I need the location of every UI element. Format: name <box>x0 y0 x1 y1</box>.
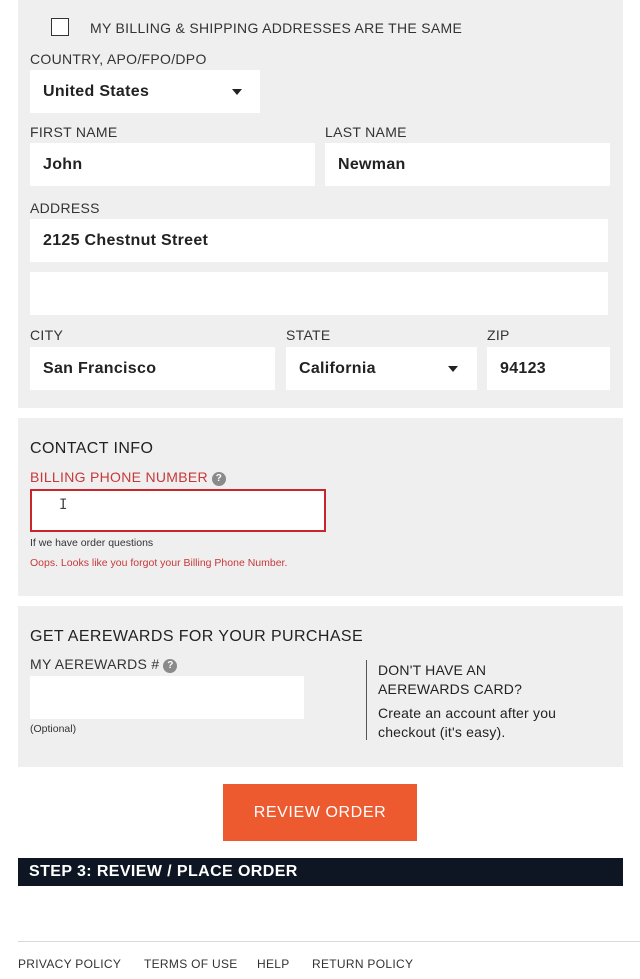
billing-phone-label-text: BILLING PHONE NUMBER <box>30 469 208 485</box>
same-address-label[interactable]: MY BILLING & SHIPPING ADDRESSES ARE THE … <box>90 20 462 36</box>
first-name-field[interactable]: John <box>30 143 315 186</box>
no-card-line2: AEREWARDS CARD? <box>378 681 523 697</box>
phone-error-message: Oops. Looks like you forgot your Billing… <box>30 557 288 569</box>
privacy-policy-link[interactable]: PRIVACY POLICY <box>18 957 121 971</box>
last-name-label: LAST NAME <box>325 124 407 140</box>
aerewards-number-label: MY AEREWARDS #? <box>30 656 178 673</box>
state-select[interactable]: California <box>286 347 477 390</box>
last-name-field[interactable]: Newman <box>325 143 610 186</box>
aerewards-title: GET AEREWARDS FOR YOUR PURCHASE <box>30 628 364 645</box>
city-field[interactable]: San Francisco <box>30 347 275 390</box>
dropdown-caret-icon <box>232 89 242 95</box>
create-account-text: Create an account after you checkout (it… <box>378 704 556 742</box>
help-link[interactable]: HELP <box>257 957 290 971</box>
city-value: San Francisco <box>43 359 157 377</box>
country-label: COUNTRY, APO/FPO/DPO <box>30 51 207 67</box>
create-line1: Create an account after you <box>378 705 557 721</box>
address-line2-field[interactable] <box>30 272 608 315</box>
terms-of-use-link[interactable]: TERMS OF USE <box>144 957 238 971</box>
help-icon[interactable]: ? <box>163 659 178 673</box>
billing-phone-label: BILLING PHONE NUMBER? <box>30 469 226 486</box>
same-address-checkbox[interactable] <box>51 18 69 36</box>
no-card-heading: DON'T HAVE AN AEREWARDS CARD? <box>378 661 522 699</box>
address-line1-field[interactable]: 2125 Chestnut Street <box>30 219 608 262</box>
country-value: United States <box>43 82 150 100</box>
address-line1-value: 2125 Chestnut Street <box>43 231 209 249</box>
first-name-label: FIRST NAME <box>30 124 118 140</box>
help-icon[interactable]: ? <box>211 472 226 486</box>
zip-value: 94123 <box>500 359 546 377</box>
aerewards-optional-note: (Optional) <box>30 723 77 735</box>
zip-field[interactable]: 94123 <box>487 347 610 390</box>
return-policy-link[interactable]: RETURN POLICY <box>312 957 413 971</box>
first-name-value: John <box>43 155 83 173</box>
footer-divider <box>18 941 640 942</box>
text-cursor-icon: I <box>59 497 68 513</box>
address-label: ADDRESS <box>30 200 100 216</box>
contact-info-title: CONTACT INFO <box>30 440 154 457</box>
review-order-button[interactable]: REVIEW ORDER <box>223 784 417 841</box>
dropdown-caret-icon <box>448 366 458 372</box>
state-label: STATE <box>286 327 331 343</box>
city-label: CITY <box>30 327 64 343</box>
step3-header[interactable]: STEP 3: REVIEW / PLACE ORDER <box>18 858 623 886</box>
billing-phone-input[interactable]: I <box>30 489 326 532</box>
no-card-line1: DON'T HAVE AN <box>378 662 487 678</box>
aerewards-number-label-text: MY AEREWARDS # <box>30 656 160 672</box>
phone-hint: If we have order questions <box>30 537 154 549</box>
state-value: California <box>299 359 376 377</box>
country-select[interactable]: United States <box>30 70 260 113</box>
last-name-value: Newman <box>338 155 406 173</box>
vertical-divider <box>366 660 367 740</box>
zip-label: ZIP <box>487 327 510 343</box>
aerewards-number-input[interactable] <box>30 676 304 719</box>
create-line2: checkout (it's easy). <box>378 724 506 740</box>
